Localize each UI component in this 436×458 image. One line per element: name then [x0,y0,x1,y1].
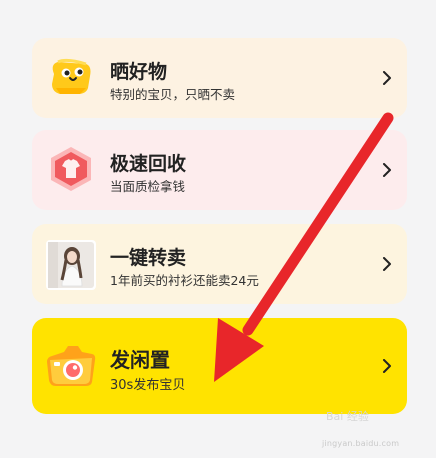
menu-item-title: 一键转卖 [110,247,187,269]
menu-item-post-idle[interactable]: 发闲置 30s发布宝贝 [32,318,407,414]
chevron-right-icon [383,257,391,271]
menu-item-subtitle: 1年前买的衬衫还能卖24元 [110,273,259,288]
menu-item-quick-recycle[interactable]: 极速回收 当面质检拿钱 [32,130,407,210]
recycle-tshirt-icon [46,144,96,194]
menu-item-subtitle: 特别的宝贝，只晒不卖 [110,87,236,102]
chevron-right-icon [383,163,391,177]
menu-item-subtitle: 当面质检拿钱 [110,179,186,194]
menu-screen: 晒好物 特别的宝贝，只晒不卖 极速回收 当面质检拿钱 一键转卖 1年前买的衬衫还… [0,0,436,458]
menu-item-share-goods[interactable]: 晒好物 特别的宝贝，只晒不卖 [32,38,407,118]
cute-mascot-icon [46,54,94,98]
product-photo-thumbnail [44,236,98,292]
chevron-right-icon [383,71,391,85]
menu-item-title: 晒好物 [110,61,168,83]
chevron-right-icon [383,359,391,373]
menu-item-title: 发闲置 [110,348,170,372]
menu-item-subtitle: 30s发布宝贝 [110,378,186,393]
menu-item-title: 极速回收 [110,153,187,175]
watermark-logo: Bai 经验 [326,410,369,423]
camera-icon [44,342,98,390]
menu-item-one-click-resell[interactable]: 一键转卖 1年前买的衬衫还能卖24元 [32,224,407,304]
baidu-jingyan-watermark: Bai 经验 jingyan.baidu.com [322,408,414,448]
watermark-domain: jingyan.baidu.com [322,439,400,448]
